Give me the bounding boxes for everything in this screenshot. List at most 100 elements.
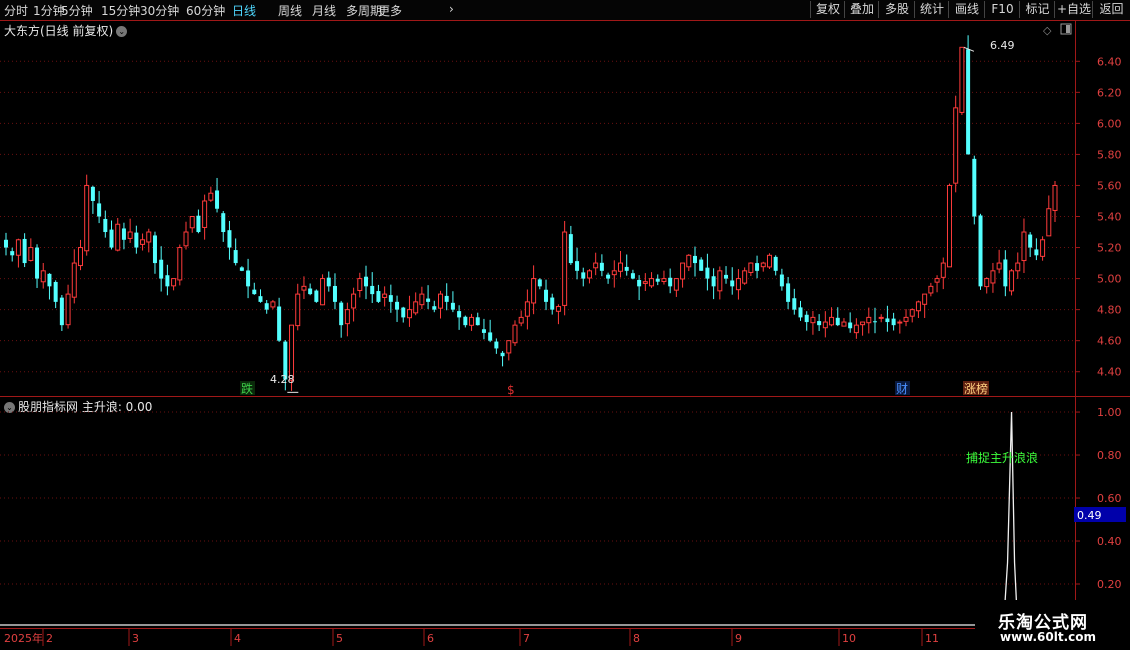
candle-body	[189, 216, 195, 229]
candle-body	[339, 302, 344, 326]
candle-body	[488, 332, 493, 341]
candle-body	[946, 184, 952, 268]
candle-body	[848, 322, 853, 329]
candle-body	[246, 270, 251, 287]
candle-body	[959, 46, 965, 113]
candle-body	[506, 340, 512, 354]
candle-body	[40, 270, 46, 283]
candle-body	[22, 238, 27, 264]
candle-body	[630, 273, 635, 279]
candle-body	[351, 293, 357, 309]
candle-body	[978, 215, 983, 287]
price-tick-label: 5.40	[1097, 211, 1122, 224]
indicator-line	[0, 412, 1075, 626]
x-axis-label: 8	[633, 632, 640, 645]
candle-body	[940, 262, 946, 278]
indicator-tick-label: 1.00	[1097, 406, 1122, 419]
candle-body	[469, 316, 475, 326]
candle-body	[221, 213, 226, 233]
candle-body	[1046, 208, 1052, 237]
candle-body	[65, 293, 71, 326]
candle-body	[413, 301, 419, 314]
indicator-tick-label: 0.20	[1097, 578, 1122, 591]
candle-body	[711, 276, 716, 287]
candle-body	[642, 281, 648, 284]
candle-body	[401, 307, 406, 318]
candle-body	[1034, 249, 1039, 256]
candle-body	[748, 262, 754, 273]
candle-body	[531, 278, 537, 304]
candle-body	[357, 278, 363, 292]
candle-body	[370, 285, 375, 295]
price-tick-label: 5.00	[1097, 273, 1122, 286]
candle-body	[332, 285, 337, 302]
candle-body	[792, 298, 797, 310]
candle-body	[568, 234, 573, 264]
candle-body	[463, 316, 468, 326]
candle-body	[853, 324, 859, 334]
candle-body	[28, 247, 34, 261]
candle-body	[47, 273, 52, 287]
candle-body	[1009, 270, 1015, 292]
high-price-label: 6.49	[990, 39, 1015, 52]
candle-body	[4, 239, 8, 248]
candle-body	[1028, 234, 1033, 248]
candle-body	[258, 296, 263, 302]
indicator-series	[0, 412, 1075, 626]
candle-body	[586, 270, 592, 279]
candle-body	[885, 318, 890, 323]
candle-body	[798, 307, 803, 318]
candle-body	[444, 295, 449, 302]
candle-body	[152, 235, 157, 264]
candle-body	[395, 301, 400, 310]
candle-body	[481, 329, 486, 333]
candle-body	[599, 262, 604, 271]
indicator-grid	[0, 411, 1075, 585]
price-tick-label: 4.40	[1097, 366, 1122, 379]
x-axis-label: 2	[46, 632, 53, 645]
event-marker-finance[interactable]: 财	[896, 382, 908, 396]
x-axis-label: 6	[427, 632, 434, 645]
candle-body	[475, 317, 480, 326]
candle-body	[742, 270, 748, 284]
candlestick-series	[4, 35, 1058, 393]
candle-body	[909, 309, 915, 317]
indicator-tick-label: 0.40	[1097, 535, 1122, 548]
candle-body	[289, 324, 295, 381]
candle-body	[686, 254, 692, 268]
candle-body	[165, 275, 170, 287]
candle-body	[10, 251, 15, 256]
price-tick-label: 5.60	[1097, 179, 1122, 192]
candle-body	[755, 263, 760, 271]
price-tick-label: 5.80	[1097, 148, 1122, 161]
candle-body	[779, 274, 784, 287]
x-axis-label: 11	[925, 632, 939, 645]
candle-body	[891, 318, 896, 326]
candle-body	[928, 285, 934, 294]
diamond-icon[interactable]: ◇	[1043, 24, 1052, 37]
indicator-tick-label: 0.80	[1097, 449, 1122, 462]
candle-body	[611, 270, 617, 276]
candle-body	[966, 49, 971, 155]
price-grid	[0, 60, 1075, 373]
candle-body	[320, 278, 326, 306]
event-marker-dollar[interactable]: $	[507, 383, 515, 397]
candle-body	[680, 262, 686, 280]
candle-body	[866, 316, 872, 324]
candle-body	[555, 306, 561, 312]
candle-body	[903, 316, 909, 322]
candle-body	[668, 277, 673, 287]
event-marker-limit-up[interactable]: 涨榜	[964, 381, 988, 396]
candle-body	[581, 272, 586, 279]
x-axis-label: 9	[735, 632, 742, 645]
event-marker-drop[interactable]: 跌	[241, 381, 253, 396]
candle-body	[972, 158, 977, 217]
candle-body	[364, 276, 369, 287]
panel-toggle-icon-fill	[1066, 25, 1070, 33]
indicator-tick-label: 0.60	[1097, 492, 1122, 505]
candle-body	[637, 279, 642, 287]
candle-body	[618, 262, 624, 272]
stock-chart[interactable]: 4.40 4.60 4.80 5.00 5.20 5.40 5.60 5.80 6.00 6.20…	[0, 0, 1130, 650]
candle-body	[215, 190, 220, 209]
candle-body	[804, 314, 809, 323]
